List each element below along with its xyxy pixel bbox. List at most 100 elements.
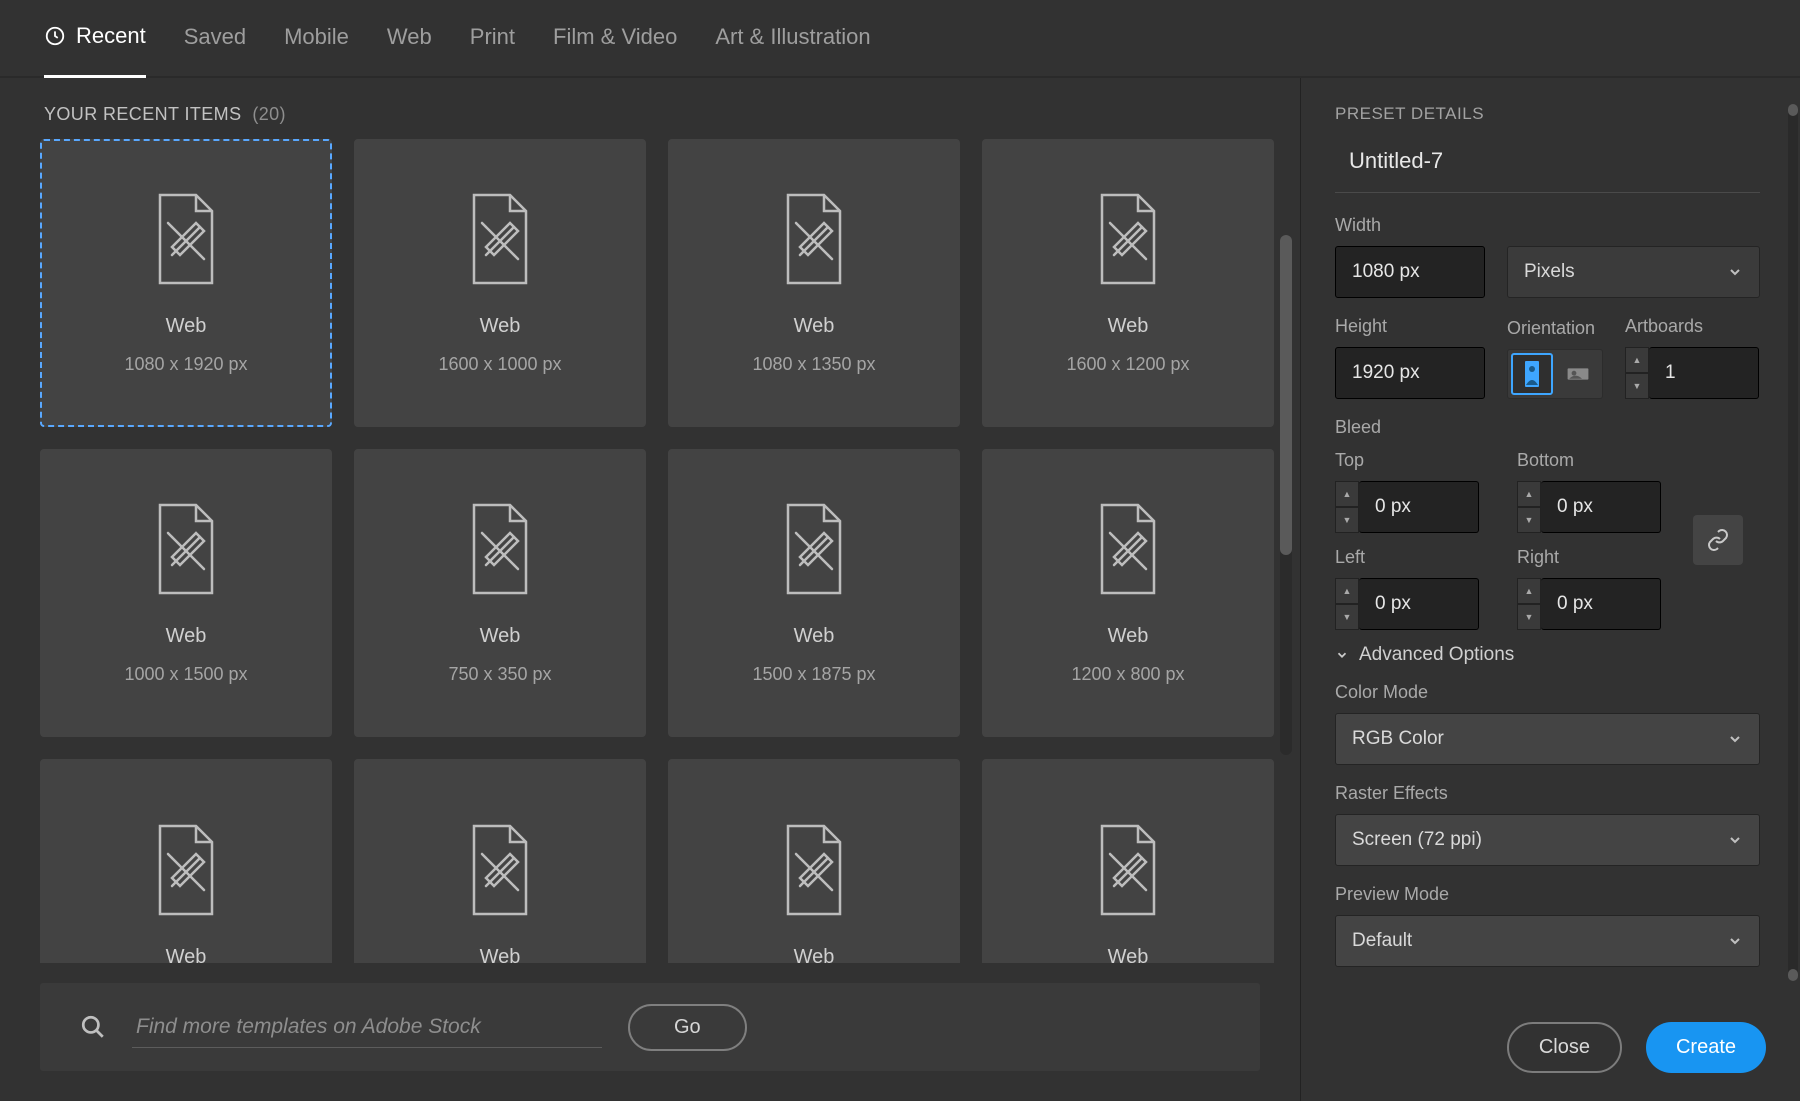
recent-title: YOUR RECENT ITEMS [44, 104, 242, 124]
link-bleed-button[interactable] [1693, 515, 1743, 565]
preset-card[interactable]: Web [40, 759, 332, 963]
document-icon [774, 501, 854, 597]
preset-card-title: Web [794, 315, 835, 338]
artboards-label: Artboards [1625, 316, 1759, 337]
tab-recent[interactable]: Recent [44, 0, 146, 78]
document-icon [146, 501, 226, 597]
bleed-right-stepper[interactable]: ▲▼ [1517, 578, 1541, 630]
preset-details-title: PRESET DETAILS [1335, 104, 1760, 124]
document-icon [1088, 501, 1168, 597]
link-icon [1706, 528, 1730, 552]
chevron-down-icon [1727, 832, 1743, 848]
height-input[interactable] [1335, 347, 1485, 399]
chevron-down-icon [1727, 264, 1743, 280]
bleed-left-stepper[interactable]: ▲▼ [1335, 578, 1359, 630]
preset-card-title: Web [1108, 946, 1149, 964]
preset-card-title: Web [480, 315, 521, 338]
bleed-bottom-stepper[interactable]: ▲▼ [1517, 481, 1541, 533]
orientation-label: Orientation [1507, 318, 1603, 339]
tab-film-video[interactable]: Film & Video [553, 0, 677, 76]
scrollbar-thumb[interactable] [1280, 235, 1292, 555]
width-label: Width [1335, 215, 1485, 236]
preset-card-size: 1600 x 1200 px [1066, 354, 1189, 375]
go-button[interactable]: Go [628, 1004, 747, 1051]
orientation-landscape[interactable] [1558, 354, 1598, 394]
preset-card[interactable]: Web [982, 759, 1274, 963]
bleed-bottom-label: Bottom [1517, 450, 1677, 471]
document-icon [1088, 822, 1168, 918]
tab-saved[interactable]: Saved [184, 0, 246, 76]
document-icon [146, 191, 226, 287]
document-icon [774, 191, 854, 287]
preset-card[interactable]: Web1080 x 1920 px [40, 139, 332, 427]
preview-mode-select[interactable]: Default [1335, 915, 1760, 967]
preset-card[interactable]: Web 1500 x 1875 px [668, 449, 960, 737]
preset-card-size: 1000 x 1500 px [124, 664, 247, 685]
preset-card[interactable]: Web1600 x 1000 px [354, 139, 646, 427]
color-mode-select[interactable]: RGB Color [1335, 713, 1760, 765]
color-mode-label: Color Mode [1335, 682, 1760, 703]
tab-art-illustration[interactable]: Art & Illustration [715, 0, 870, 76]
bleed-top-stepper[interactable]: ▲▼ [1335, 481, 1359, 533]
artboards-input[interactable] [1649, 347, 1759, 399]
tab-print[interactable]: Print [470, 0, 515, 76]
right-panel-scrollbar[interactable] [1788, 104, 1798, 981]
tab-mobile[interactable]: Mobile [284, 0, 349, 76]
tab-label: Recent [76, 23, 146, 49]
document-name-input[interactable]: Untitled-7 [1335, 142, 1760, 193]
preset-card-title: Web [1108, 315, 1149, 338]
create-button[interactable]: Create [1646, 1022, 1766, 1073]
recent-count: (20) [252, 104, 286, 124]
bleed-label: Bleed [1335, 417, 1760, 438]
tab-web[interactable]: Web [387, 0, 432, 76]
bleed-left-label: Left [1335, 547, 1495, 568]
document-icon [1088, 191, 1168, 287]
category-tabs: Recent Saved Mobile Web Print Film & Vid… [0, 0, 1800, 78]
preset-card[interactable]: Web 1080 x 1350 px [668, 139, 960, 427]
bleed-bottom-input[interactable] [1541, 481, 1661, 533]
preset-card[interactable]: Web [354, 759, 646, 963]
preset-card[interactable]: Web [668, 759, 960, 963]
stock-search-input[interactable] [132, 1007, 602, 1048]
raster-effects-select[interactable]: Screen (72 ppi) [1335, 814, 1760, 866]
bleed-top-input[interactable] [1359, 481, 1479, 533]
preset-card-title: Web [794, 625, 835, 648]
bleed-right-input[interactable] [1541, 578, 1661, 630]
bleed-left-input[interactable] [1359, 578, 1479, 630]
orientation-portrait[interactable] [1512, 354, 1552, 394]
preset-card-title: Web [1108, 625, 1149, 648]
preset-card[interactable]: Web 1600 x 1200 px [982, 139, 1274, 427]
units-select[interactable]: Pixels [1507, 246, 1760, 298]
chevron-down-icon [1727, 933, 1743, 949]
width-input[interactable] [1335, 246, 1485, 298]
raster-effects-label: Raster Effects [1335, 783, 1760, 804]
preset-card-title: Web [166, 625, 207, 648]
document-icon [460, 501, 540, 597]
preset-grid: Web1080 x 1920 pxWeb1600 x 1000 pxWeb108… [40, 139, 1272, 963]
stepper-up-icon[interactable]: ▲ [1625, 347, 1649, 373]
scrollbar-vertical[interactable] [1280, 235, 1292, 755]
preset-card-title: Web [480, 946, 521, 964]
preset-card-title: Web [166, 946, 207, 964]
document-icon [774, 822, 854, 918]
preset-card[interactable]: Web 750 x 350 px [354, 449, 646, 737]
document-icon [460, 191, 540, 287]
chevron-down-icon [1335, 648, 1349, 662]
preset-card[interactable]: Web 1000 x 1500 px [40, 449, 332, 737]
preset-card-title: Web [480, 625, 521, 648]
bleed-top-label: Top [1335, 450, 1495, 471]
advanced-options-toggle[interactable]: Advanced Options [1335, 644, 1760, 666]
close-button[interactable]: Close [1507, 1022, 1622, 1073]
preset-card-size: 1080 x 1350 px [752, 354, 875, 375]
preset-card-title: Web [166, 315, 207, 338]
preset-card[interactable]: Web1200 x 800 px [982, 449, 1274, 737]
document-icon [460, 822, 540, 918]
preset-card-size: 750 x 350 px [448, 664, 551, 685]
preset-card-title: Web [794, 946, 835, 964]
chevron-down-icon [1727, 731, 1743, 747]
artboards-stepper[interactable]: ▲ ▼ [1625, 347, 1649, 399]
recent-header: YOUR RECENT ITEMS (20) [0, 78, 1300, 135]
preset-card-size: 1500 x 1875 px [752, 664, 875, 685]
stepper-down-icon[interactable]: ▼ [1625, 373, 1649, 399]
stock-search-bar: Go [40, 983, 1260, 1071]
